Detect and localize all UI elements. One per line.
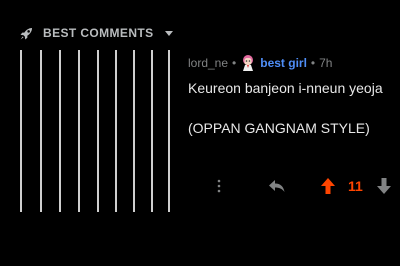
more-vertical-icon [217,179,221,193]
comment-score: 11 [348,178,363,194]
chevron-down-icon [164,31,173,36]
thread-line[interactable] [40,50,42,212]
comment-actions: 11 [188,175,400,197]
thread-line[interactable] [20,50,22,212]
rocket-icon [20,27,33,39]
comment-line: Keureon banjeon i-nneun yeoja [188,80,383,96]
thread-line[interactable] [97,50,99,212]
more-options-button[interactable] [216,175,222,197]
comment: lord_ne • best girl • 7h Keureon banjeon… [188,54,398,138]
comment-thread-view: BEST COMMENTS lord_ne • best girl • 7h K… [0,0,400,266]
reply-button[interactable] [268,175,286,197]
thread-line[interactable] [78,50,80,212]
thread-line[interactable] [168,50,170,212]
thread-line[interactable] [115,50,117,212]
comment-time: 7h [319,56,333,70]
reply-icon [269,180,285,192]
meta-separator: • [232,56,237,70]
downvote-button[interactable] [376,175,392,197]
upvote-arrow-icon [321,178,335,194]
time-separator: • [310,56,316,70]
comment-meta: lord_ne • best girl • 7h [188,54,398,72]
thread-line[interactable] [133,50,135,212]
anime-avatar-icon [243,55,254,71]
upvote-button[interactable] [320,175,336,197]
downvote-arrow-icon [377,178,391,194]
thread-lines [0,50,180,215]
thread-line[interactable] [151,50,153,212]
comment-body: Keureon banjeon i-nneun yeoja (OPPAN GAN… [188,78,398,138]
thread-line[interactable] [59,50,61,212]
user-flair: best girl [260,56,307,70]
sort-dropdown[interactable]: BEST COMMENTS [18,24,174,42]
comment-line: (OPPAN GANGNAM STYLE) [188,120,370,136]
comment-author[interactable]: lord_ne [188,56,228,70]
sort-label: BEST COMMENTS [43,26,154,40]
